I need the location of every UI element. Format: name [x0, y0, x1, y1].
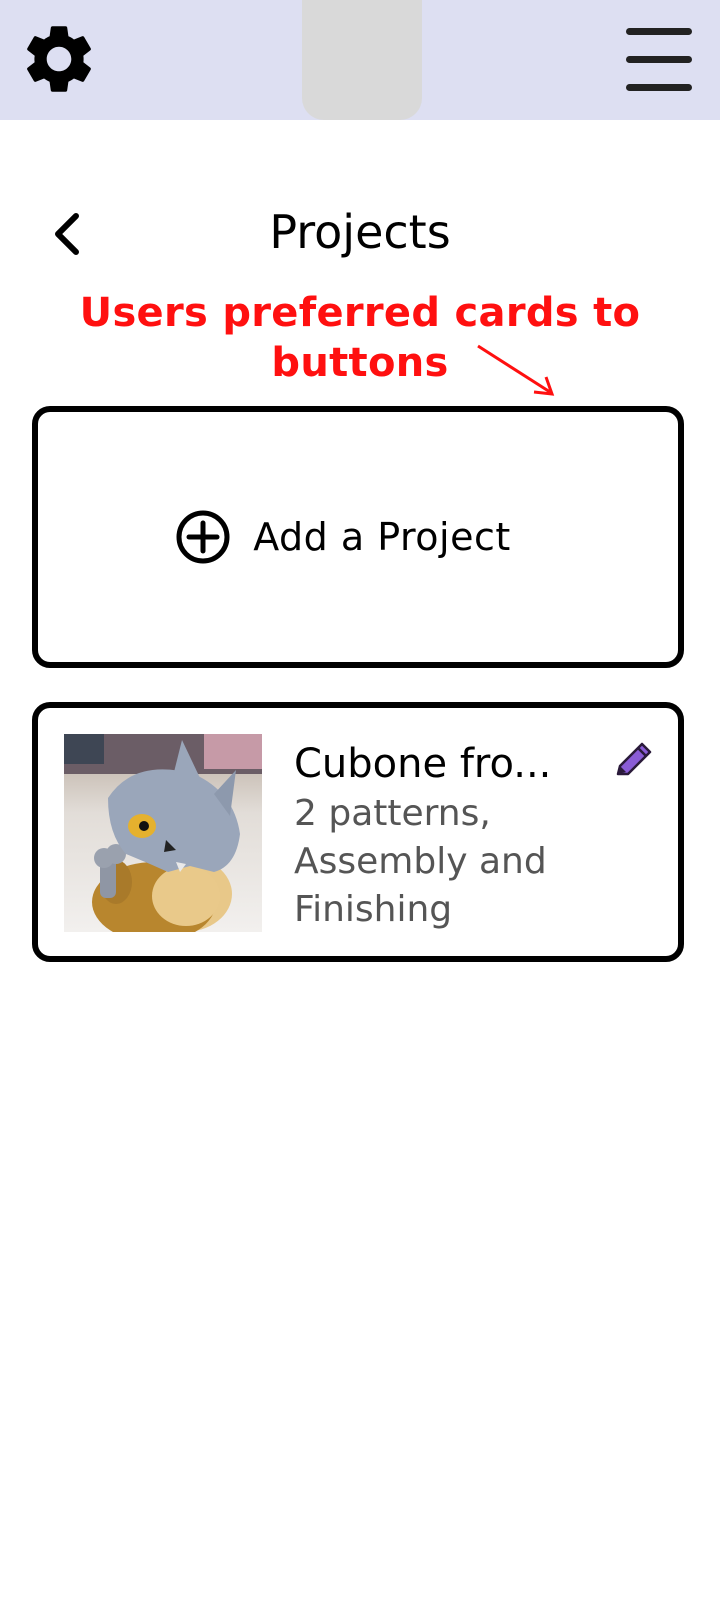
project-thumbnail: [64, 734, 262, 932]
add-project-card[interactable]: Add a Project: [32, 406, 684, 668]
logo-placeholder: [302, 0, 422, 120]
annotation-arrow-icon: [477, 344, 555, 396]
top-app-bar: [0, 0, 720, 120]
pencil-icon[interactable]: [612, 738, 656, 782]
hamburger-menu-icon[interactable]: [626, 28, 694, 92]
project-description: 2 patterns, Assembly and Finishing: [294, 793, 547, 930]
design-annotation: Users preferred cards to buttons: [79, 290, 641, 386]
project-name: Cubone fro...: [294, 741, 552, 787]
gear-icon[interactable]: [18, 18, 100, 100]
project-card[interactable]: Cubone fro... 2 patterns, Assembly and F…: [32, 702, 684, 962]
page-title: Projects: [269, 205, 451, 259]
add-project-label: Add a Project: [253, 515, 511, 559]
projects-screen: Projects Users preferred cards to button…: [0, 0, 720, 1600]
plus-circle-icon: [176, 510, 230, 564]
